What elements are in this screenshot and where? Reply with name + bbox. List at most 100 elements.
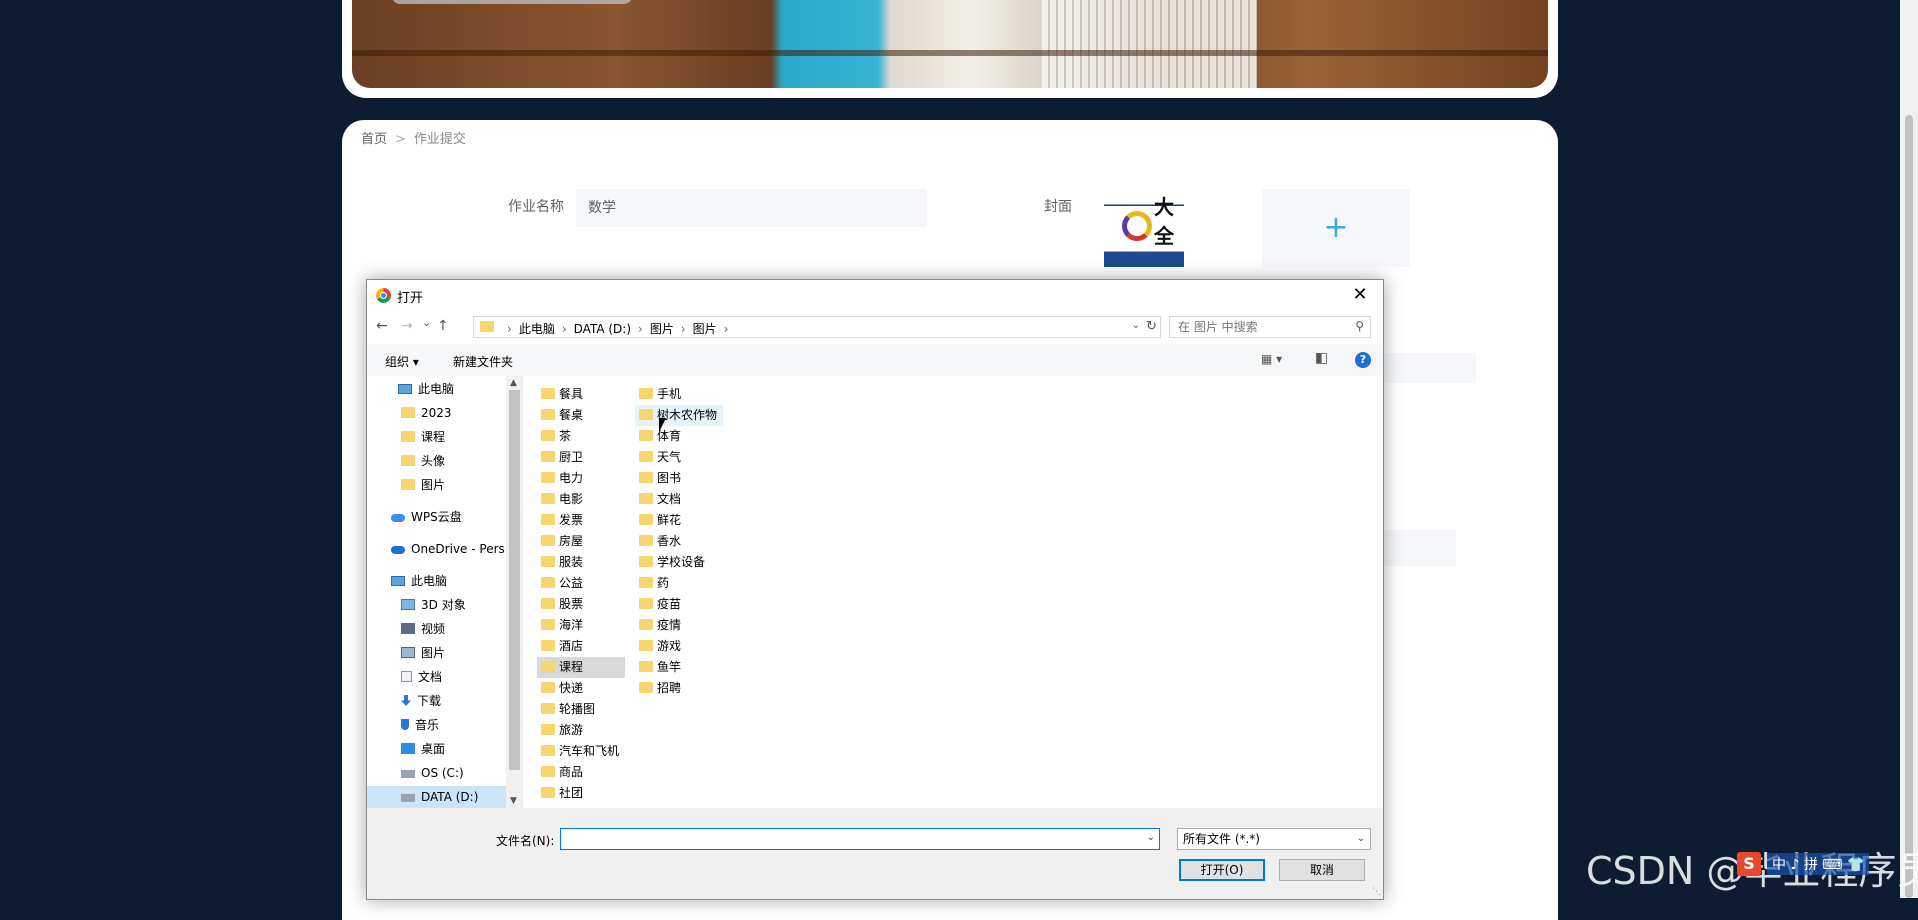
folder-icon [541,535,555,546]
folder-item[interactable]: 餐具 [537,384,625,405]
folder-item[interactable]: 体育 [635,426,723,447]
scroll-up-icon[interactable]: ▲ [510,378,517,388]
view-options-icon[interactable]: ▦ ▾ [1261,352,1282,366]
pictures-icon [401,647,415,658]
nav-item-documents[interactable]: 文档 [401,666,442,688]
file-type-select[interactable]: 所有文件 (*.*) ⌄ [1177,828,1371,850]
homework-name-input[interactable]: 数学 [576,189,926,227]
nav-item-this-pc-root[interactable]: 此电脑 [391,570,447,592]
search-input[interactable] [1170,317,1348,337]
folder-item[interactable]: 电影 [537,489,625,510]
folder-item[interactable]: 手机 [635,384,723,405]
folder-item[interactable]: 餐桌 [537,405,625,426]
folder-item[interactable]: 轮播图 [537,699,625,720]
folder-item[interactable]: 疫苗 [635,594,723,615]
folder-item[interactable]: 游戏 [635,636,723,657]
nav-pane-scrollbar[interactable]: ▲ ▼ [506,376,523,808]
up-arrow-icon[interactable]: ↑ [437,318,449,334]
refresh-icon[interactable]: ↻ [1146,319,1157,334]
open-button[interactable]: 打开(O) [1179,859,1265,881]
folder-item[interactable]: 疫情 [635,615,723,636]
page-scrollbar-thumb[interactable] [1905,115,1913,898]
folder-icon [639,661,653,672]
folder-icon [639,493,653,504]
folder-item[interactable]: 汽车和飞机 [537,741,625,762]
folder-item-selected[interactable]: 课程 [537,657,625,678]
folder-item[interactable]: 公益 [537,573,625,594]
page-scrollbar[interactable] [1900,0,1918,898]
folder-item[interactable]: 酒店 [537,636,625,657]
recent-locations-icon[interactable]: ⌄ [422,316,431,329]
nav-item-onedrive[interactable]: OneDrive - Pers [391,538,505,560]
folder-item[interactable]: 海洋 [537,615,625,636]
nav-item-avatar[interactable]: 头像 [401,450,445,472]
folder-icon [639,472,653,483]
sogou-ime-icon[interactable]: S [1737,852,1761,876]
folder-item[interactable]: 旅游 [537,720,625,741]
folder-item-hover[interactable]: 树木农作物 [635,405,723,426]
forward-arrow-icon[interactable]: → [401,318,413,334]
back-arrow-icon[interactable]: ← [376,318,388,334]
path-segment[interactable]: 此电脑 [519,322,555,336]
nav-item-3d-objects[interactable]: 3D 对象 [401,594,466,616]
organize-menu[interactable]: 组织 ▾ [385,353,419,370]
filename-input[interactable]: ⌄ [560,828,1160,850]
cover-thumbnail[interactable]: 大全 [1104,189,1184,267]
folder-item[interactable]: 商品 [537,762,625,783]
folder-icon [401,431,415,442]
nav-item-music[interactable]: 音乐 [401,714,439,736]
nav-item-2023[interactable]: 2023 [401,402,452,424]
address-bar[interactable]: › 此电脑 › DATA (D:) › 图片 › 图片 › ⌄ ↻ [473,316,1161,338]
folder-item[interactable]: 房屋 [537,531,625,552]
folder-item[interactable]: 文档 [635,489,723,510]
nav-item-this-pc[interactable]: 此电脑📌 [398,378,506,400]
nav-item-data-d[interactable]: DATA (D:) [367,786,506,808]
nav-item-downloads[interactable]: 下载 [401,690,441,712]
nav-item-pictures[interactable]: 图片 [401,474,445,496]
nav-item-wps-cloud[interactable]: WPS云盘 [391,506,462,528]
folder-item[interactable]: 招聘 [635,678,723,699]
scroll-down-icon[interactable]: ▼ [510,796,517,806]
folder-icon [541,598,555,609]
folder-item[interactable]: 香水 [635,531,723,552]
path-segment[interactable]: 图片 [650,322,674,336]
nav-item-desktop[interactable]: 桌面 [401,738,445,760]
scrollbar-thumb[interactable] [509,390,520,770]
folder-item[interactable]: 茶 [537,426,625,447]
chevron-down-icon[interactable]: ⌄ [1132,320,1140,331]
close-button[interactable]: ✕ [1337,280,1383,310]
nav-item-os-c[interactable]: OS (C:) [401,762,464,784]
upload-cover-button[interactable]: + [1262,189,1410,267]
folder-item[interactable]: 服装 [537,552,625,573]
folder-item[interactable]: 图书 [635,468,723,489]
nav-item-pictures-lib[interactable]: 图片 [401,642,445,664]
resize-grip-icon[interactable]: ⋱ [1372,887,1381,897]
folder-item[interactable]: 天气 [635,447,723,468]
chevron-down-icon[interactable]: ⌄ [1147,832,1155,843]
folder-label: 发票 [559,513,584,527]
search-box[interactable]: ⚲ [1169,316,1371,338]
folder-item[interactable]: 电力 [537,468,625,489]
folder-item[interactable]: 鱼竿 [635,657,723,678]
breadcrumb-home[interactable]: 首页 [361,132,387,147]
folder-item[interactable]: 股票 [537,594,625,615]
new-folder-button[interactable]: 新建文件夹 [453,353,513,370]
help-icon[interactable]: ? [1355,352,1371,368]
path-segment[interactable]: DATA (D:) [574,322,631,336]
folder-item[interactable]: 快递 [537,678,625,699]
ime-toolbar[interactable]: S 中 ♪ 拼 ⌨ 👕 [1737,848,1907,880]
folder-item[interactable]: 发票 [537,510,625,531]
nav-item-courses[interactable]: 课程 [401,426,445,448]
folder-item[interactable]: 药 [635,573,723,594]
folder-item[interactable]: 社团 [537,783,625,804]
folder-item[interactable]: 学校设备 [635,552,723,573]
folder-label: 游戏 [657,639,682,653]
path-segment[interactable]: 图片 [693,322,717,336]
ime-status-text[interactable]: 中 ♪ 拼 ⌨ 👕 [1767,853,1870,875]
folder-icon [639,451,653,462]
preview-pane-icon[interactable]: ◧ [1315,350,1328,366]
nav-item-videos[interactable]: 视频 [401,618,445,640]
folder-item[interactable]: 厨卫 [537,447,625,468]
cancel-button[interactable]: 取消 [1279,859,1365,881]
folder-item[interactable]: 鲜花 [635,510,723,531]
